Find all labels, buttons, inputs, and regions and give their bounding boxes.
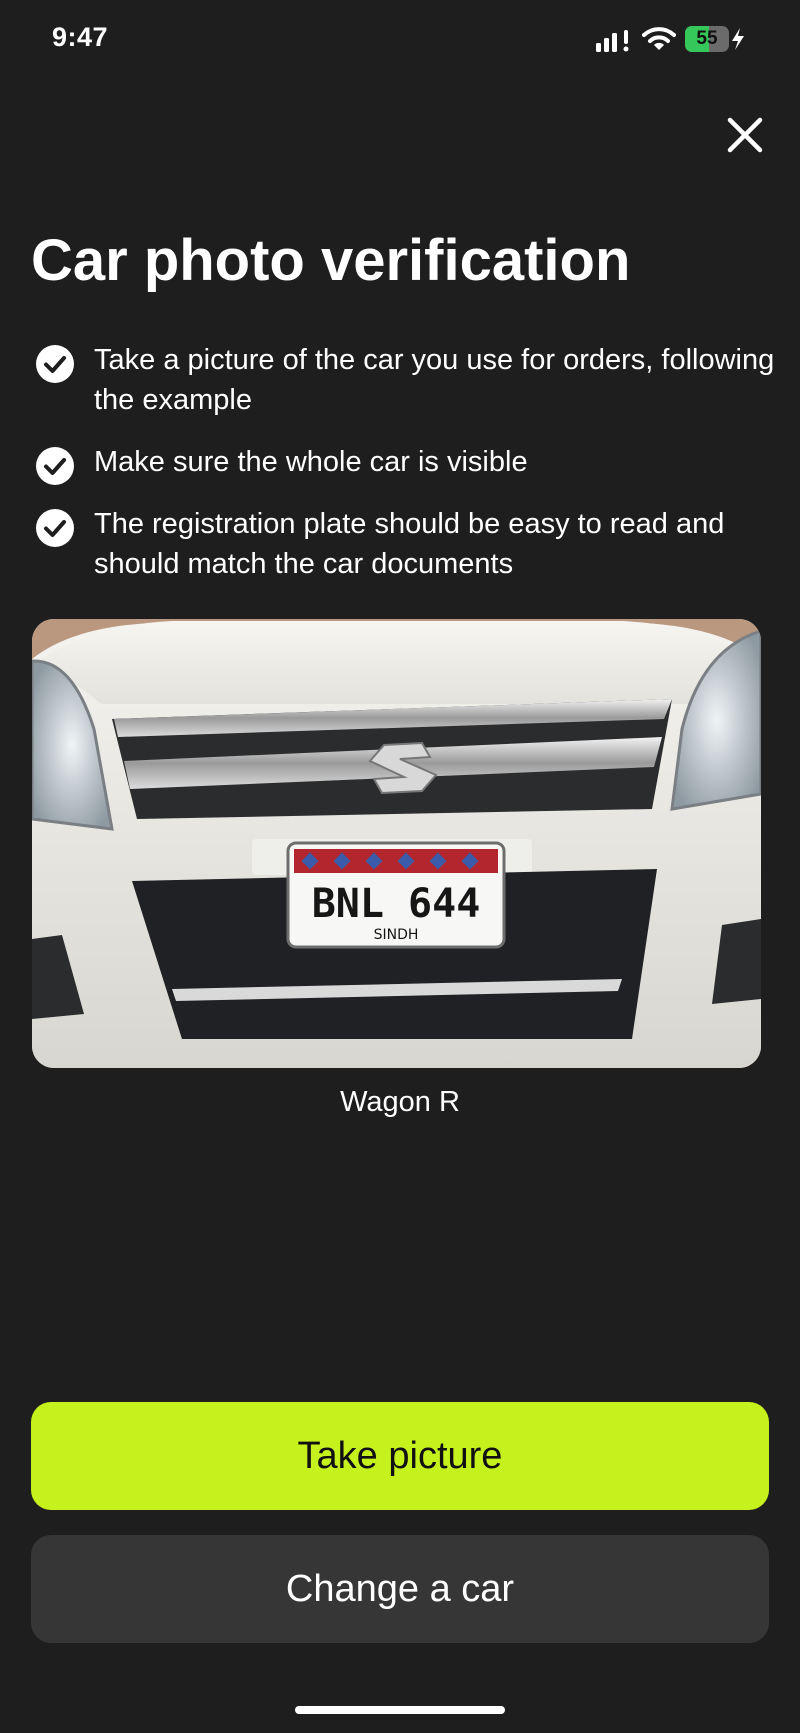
page-title: Car photo verification bbox=[31, 228, 631, 293]
wifi-icon bbox=[642, 27, 676, 50]
checklist-item-text: The registration plate should be easy to… bbox=[94, 508, 725, 580]
checklist-item-text: Take a picture of the car you use for or… bbox=[94, 344, 775, 416]
checklist-item: Make sure the whole car is visible bbox=[35, 442, 775, 485]
check-circle-icon bbox=[36, 509, 74, 547]
instructions-checklist: Take a picture of the car you use for or… bbox=[35, 340, 775, 606]
plate-region: SINDH bbox=[374, 927, 419, 943]
checklist-item-text: Make sure the whole car is visible bbox=[94, 446, 528, 478]
take-picture-button[interactable]: Take picture bbox=[31, 1402, 769, 1510]
plate-number: BNL 644 bbox=[312, 881, 481, 927]
car-front-illustration: BNL 644 SINDH bbox=[32, 619, 761, 1068]
battery-level: 55 bbox=[696, 28, 718, 49]
checklist-item: Take a picture of the car you use for or… bbox=[35, 340, 775, 420]
home-indicator bbox=[295, 1706, 505, 1714]
car-model-caption: Wagon R bbox=[340, 1086, 460, 1118]
change-car-button[interactable]: Change a car bbox=[31, 1535, 769, 1643]
status-bar: 9:47 55 bbox=[0, 0, 800, 80]
check-circle-icon bbox=[36, 447, 74, 485]
close-icon bbox=[727, 117, 763, 153]
example-car-photo: BNL 644 SINDH bbox=[32, 619, 761, 1068]
checklist-item: The registration plate should be easy to… bbox=[35, 504, 775, 584]
signal-icon bbox=[596, 30, 629, 52]
close-button[interactable] bbox=[722, 112, 768, 158]
status-time: 9:47 bbox=[52, 22, 109, 52]
check-circle-icon bbox=[36, 345, 74, 383]
battery-icon: 55 bbox=[685, 26, 733, 52]
charging-bolt-icon bbox=[732, 28, 744, 50]
